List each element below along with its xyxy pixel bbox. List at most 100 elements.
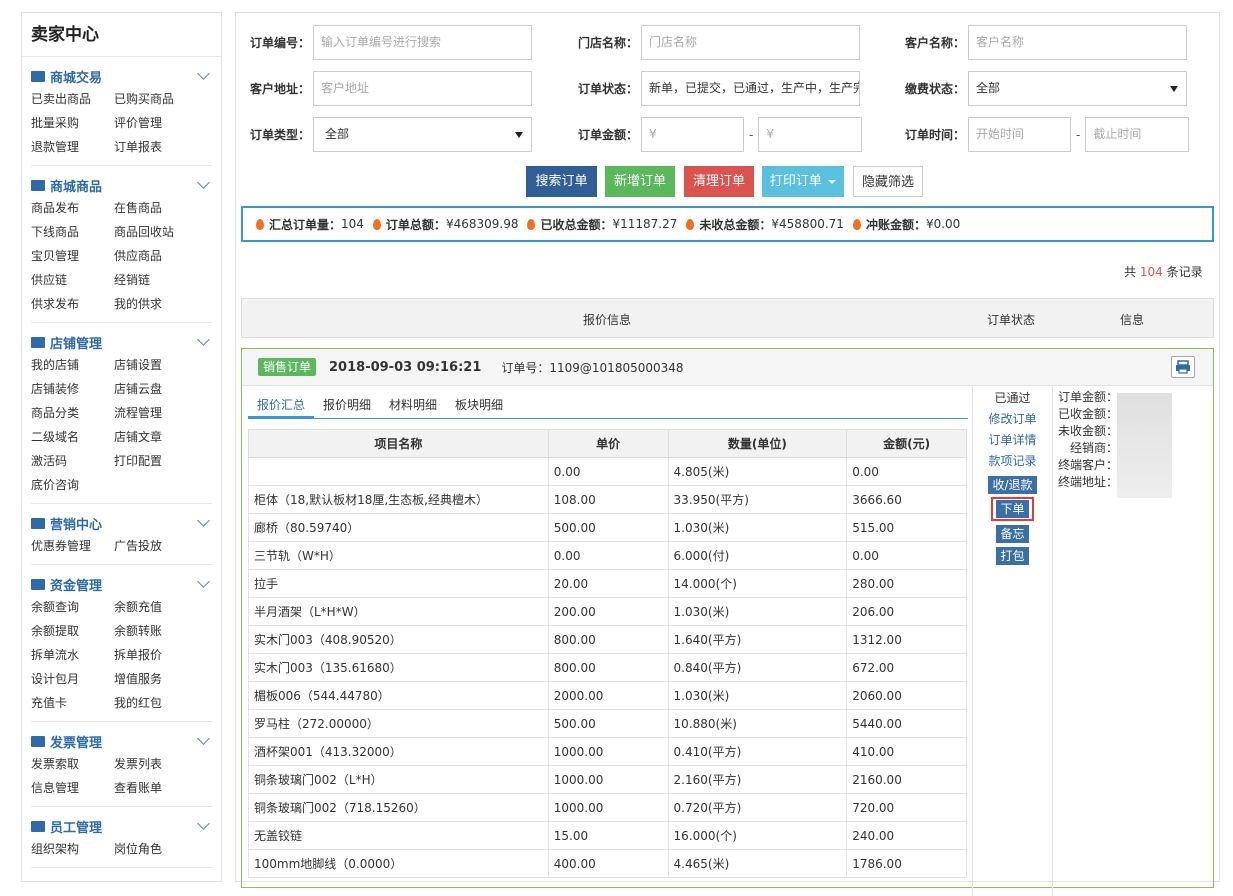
sidebar-section-header[interactable]: 营销中心 xyxy=(31,512,212,534)
sidebar-link[interactable]: 余额转账 xyxy=(114,619,204,643)
customer-input[interactable]: 客户名称 xyxy=(968,25,1188,60)
table-cell: 515.00 xyxy=(846,513,967,542)
sidebar-link[interactable]: 退款管理 xyxy=(31,135,114,159)
chevron-down-icon[interactable] xyxy=(197,176,210,189)
sidebar-link[interactable]: 已购买商品 xyxy=(114,87,204,111)
chevron-down-icon[interactable] xyxy=(197,333,210,346)
edit-order-link[interactable]: 修改订单 xyxy=(973,409,1052,430)
sidebar-link[interactable]: 激活码 xyxy=(31,449,114,473)
table-row: 实木门003（408.90520） 800.00 1.640(平方) 1312.00 xyxy=(248,625,967,654)
sidebar-link[interactable]: 我的店铺 xyxy=(31,353,114,377)
header-info: 信息 xyxy=(1120,313,1145,327)
chevron-down-icon[interactable] xyxy=(197,732,210,745)
sidebar-link[interactable]: 发票列表 xyxy=(114,752,204,776)
sidebar-link[interactable]: 发票索取 xyxy=(31,752,114,776)
sidebar-link[interactable]: 优惠券管理 xyxy=(31,534,114,558)
store-input[interactable]: 门店名称 xyxy=(641,25,861,60)
sidebar-title: 卖家中心 xyxy=(22,13,221,57)
sidebar-link[interactable]: 店铺文章 xyxy=(114,425,204,449)
sidebar-link[interactable]: 供求发布 xyxy=(31,292,114,316)
sidebar-link[interactable]: 组织架构 xyxy=(31,837,114,861)
sidebar-link[interactable]: 信息管理 xyxy=(31,776,114,800)
sidebar-link[interactable]: 店铺装修 xyxy=(31,377,114,401)
sidebar-link[interactable]: 下线商品 xyxy=(31,220,114,244)
sidebar-link[interactable]: 设计包月 xyxy=(31,667,114,691)
place-order-button[interactable]: 下单 xyxy=(996,500,1029,518)
hide-filter-button[interactable]: 隐藏筛选 xyxy=(853,166,923,197)
order-no-input[interactable]: 输入订单编号进行搜索 xyxy=(313,25,533,60)
sidebar-link[interactable]: 充值卡 xyxy=(31,691,114,715)
type-select[interactable]: 全部 xyxy=(313,117,533,152)
sidebar-link[interactable]: 店铺云盘 xyxy=(114,377,204,401)
pay-status-select[interactable]: 全部 xyxy=(968,71,1188,106)
refund-button[interactable]: 收/退款 xyxy=(988,476,1037,494)
table-cell: 1786.00 xyxy=(846,849,967,878)
sidebar-section-header[interactable]: 店铺管理 xyxy=(31,331,212,353)
sidebar-link[interactable]: 供应商品 xyxy=(114,244,204,268)
clear-order-button[interactable]: 清理订单 xyxy=(684,166,754,197)
pack-button[interactable]: 打包 xyxy=(996,547,1029,565)
record-prefix: 共 xyxy=(1124,265,1137,279)
sidebar-link[interactable]: 底价咨询 xyxy=(31,473,114,497)
sidebar-link[interactable]: 我的供求 xyxy=(114,292,204,316)
list-header: 报价信息 订单状态 信息 xyxy=(241,298,1214,338)
search-order-button[interactable]: 搜索订单 xyxy=(526,166,597,197)
sidebar-link[interactable]: 商品发布 xyxy=(31,196,114,220)
payment-record-link[interactable]: 款项记录 xyxy=(973,451,1052,472)
address-label: 客户地址： xyxy=(250,82,311,96)
amount-min-input[interactable]: ¥ xyxy=(641,117,745,152)
sidebar-link[interactable]: 商品分类 xyxy=(31,401,114,425)
sidebar-link[interactable]: 已卖出商品 xyxy=(31,87,114,111)
order-tab[interactable]: 板块明细 xyxy=(446,395,512,418)
time-end-input[interactable]: 截止时间 xyxy=(1085,117,1190,152)
sidebar-link[interactable]: 店铺设置 xyxy=(114,353,204,377)
items-table: 项目名称 单价 数量(单位) 金额(元) 0.00 4.805(米) 0.00 柜体（18,… xyxy=(248,429,967,878)
sidebar-link[interactable]: 岗位角色 xyxy=(114,837,204,861)
sidebar-link[interactable]: 打印配置 xyxy=(114,449,204,473)
sidebar-link[interactable]: 拆单报价 xyxy=(114,643,204,667)
chevron-down-icon[interactable] xyxy=(197,575,210,588)
sidebar-section-header[interactable]: 发票管理 xyxy=(31,730,212,752)
sidebar-link[interactable]: 余额充值 xyxy=(114,595,204,619)
sidebar-link[interactable]: 商品回收站 xyxy=(114,220,204,244)
sidebar-section-header[interactable]: 员工管理 xyxy=(31,815,212,837)
table-cell: 半月酒架（L*H*W） xyxy=(248,597,549,626)
sidebar-link[interactable]: 订单报表 xyxy=(114,135,204,159)
sidebar-link[interactable]: 广告投放 xyxy=(114,534,204,558)
address-input[interactable]: 客户地址 xyxy=(313,71,533,106)
print-button[interactable] xyxy=(1171,356,1195,378)
amount-max-input[interactable]: ¥ xyxy=(758,117,863,152)
order-detail-link[interactable]: 订单详情 xyxy=(973,430,1052,451)
sidebar-link[interactable]: 评价管理 xyxy=(114,111,204,135)
sidebar-link[interactable]: 二级域名 xyxy=(31,425,114,449)
print-order-button[interactable]: 打印订单 xyxy=(762,166,844,197)
order-tab[interactable]: 报价明细 xyxy=(314,395,380,418)
time-start-input[interactable]: 开始时间 xyxy=(968,117,1072,152)
table-row: 楣板006（544.44780） 2000.00 1.030(米) 2060.00 xyxy=(248,681,967,710)
memo-button[interactable]: 备忘 xyxy=(996,525,1029,543)
sidebar-section-staff: 员工管理 组织架构 岗位角色 xyxy=(31,807,212,868)
status-input[interactable]: 新单，已提交，已通过，生产中，生产完 xyxy=(641,71,861,106)
sidebar-link[interactable]: 批量采购 xyxy=(31,111,114,135)
sidebar-link[interactable]: 增值服务 xyxy=(114,667,204,691)
order-tab[interactable]: 材料明细 xyxy=(380,395,446,418)
sidebar-link[interactable]: 供应链 xyxy=(31,268,114,292)
sidebar-section-header[interactable]: 商城商品 xyxy=(31,174,212,196)
table-cell: 20.00 xyxy=(547,569,669,598)
sidebar-link[interactable]: 余额查询 xyxy=(31,595,114,619)
sidebar-link[interactable]: 查看账单 xyxy=(114,776,204,800)
sidebar-link[interactable]: 在售商品 xyxy=(114,196,204,220)
sidebar-section-header[interactable]: 资金管理 xyxy=(31,573,212,595)
sidebar-link[interactable]: 我的红包 xyxy=(114,691,204,715)
chevron-down-icon[interactable] xyxy=(197,817,210,830)
add-order-button[interactable]: 新增订单 xyxy=(605,166,675,197)
sidebar-link[interactable]: 拆单流水 xyxy=(31,643,114,667)
chevron-down-icon[interactable] xyxy=(197,514,210,527)
sidebar-link[interactable]: 宝贝管理 xyxy=(31,244,114,268)
sidebar-link[interactable]: 流程管理 xyxy=(114,401,204,425)
sidebar-link[interactable]: 余额提取 xyxy=(31,619,114,643)
sidebar-link[interactable]: 经销链 xyxy=(114,268,204,292)
chevron-down-icon[interactable] xyxy=(197,67,210,80)
order-tab[interactable]: 报价汇总 xyxy=(248,395,315,418)
sidebar-section-header[interactable]: 商城交易 xyxy=(31,65,212,87)
